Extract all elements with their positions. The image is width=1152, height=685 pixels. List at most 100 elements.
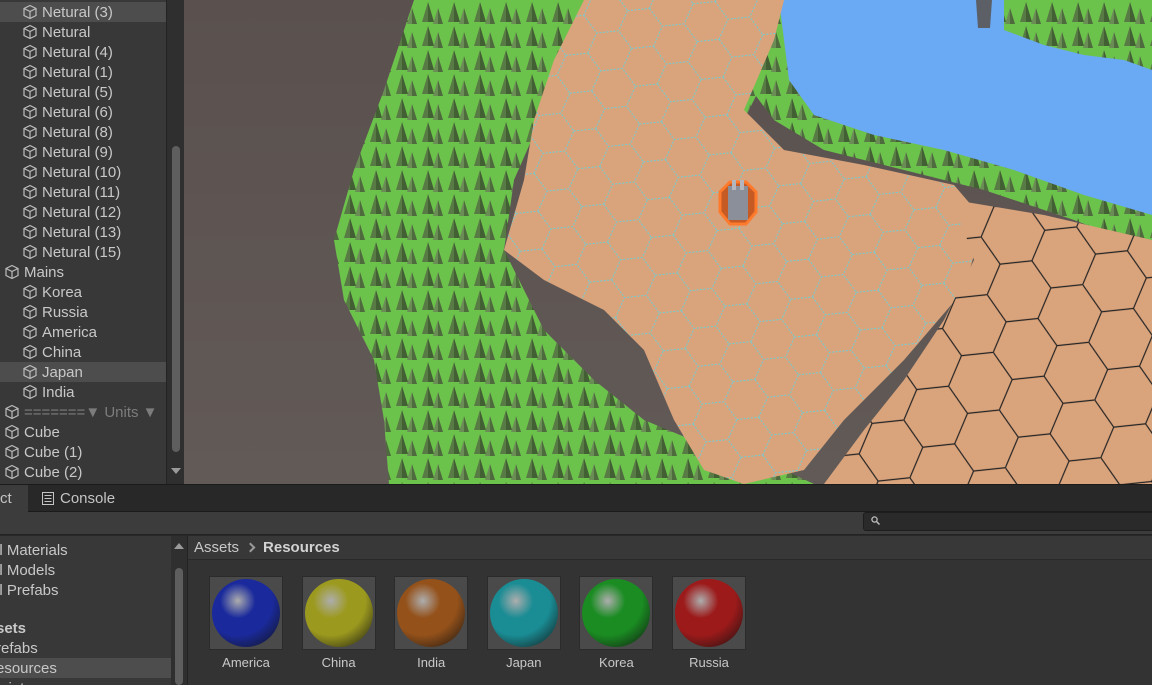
material-name: America bbox=[222, 655, 270, 670]
hierarchy-item[interactable]: Mains bbox=[0, 262, 166, 282]
scene-viewport[interactable] bbox=[184, 0, 1152, 484]
material-asset[interactable]: America bbox=[209, 576, 283, 670]
material-name: Korea bbox=[599, 655, 634, 670]
material-sphere-icon bbox=[675, 579, 743, 647]
cube-icon bbox=[22, 324, 38, 340]
folder-item[interactable]: ll Models bbox=[0, 560, 172, 580]
hierarchy-item[interactable]: Netural (4) bbox=[0, 42, 166, 62]
cube-icon bbox=[22, 104, 38, 120]
hierarchy-item[interactable]: China bbox=[0, 342, 166, 362]
folder-item[interactable]: ll Materials bbox=[0, 540, 172, 560]
hierarchy-item[interactable]: India bbox=[0, 382, 166, 402]
material-sphere-icon bbox=[397, 579, 466, 647]
hierarchy-item[interactable]: Cube bbox=[0, 422, 166, 442]
folder-scrollbar[interactable] bbox=[171, 536, 187, 685]
folder-item[interactable]: sets bbox=[0, 618, 172, 638]
project-toolbar bbox=[0, 512, 1152, 535]
material-thumbnail bbox=[672, 576, 746, 650]
hierarchy-item[interactable]: Korea bbox=[0, 282, 166, 302]
folder-scrollbar-thumb[interactable] bbox=[175, 568, 183, 685]
tab-project-label: ct bbox=[0, 490, 12, 507]
hierarchy-item[interactable]: Cube (2) bbox=[0, 462, 166, 482]
cube-icon bbox=[22, 44, 38, 60]
hierarchy-item[interactable]: Netural (10) bbox=[0, 162, 166, 182]
cube-icon bbox=[22, 4, 38, 20]
folder-item[interactable]: esources bbox=[0, 658, 172, 678]
material-name: China bbox=[321, 655, 356, 670]
hierarchy-item-label: Mains bbox=[24, 263, 65, 281]
material-asset[interactable]: Korea bbox=[579, 576, 654, 670]
scroll-up-arrow-icon[interactable] bbox=[174, 543, 184, 549]
tab-console[interactable]: Console bbox=[30, 485, 130, 512]
cube-icon bbox=[22, 84, 38, 100]
folder-item[interactable]: ll Prefabs bbox=[0, 580, 172, 600]
cube-icon bbox=[22, 164, 38, 180]
hierarchy-item-label: Netural (6) bbox=[42, 103, 113, 121]
search-field[interactable] bbox=[863, 512, 1152, 531]
hierarchy-item-label: Japan bbox=[42, 363, 83, 381]
cube-icon bbox=[22, 384, 38, 400]
hierarchy-item-label: China bbox=[42, 343, 82, 361]
hierarchy-item[interactable]: Netural (12) bbox=[0, 202, 166, 222]
material-asset[interactable]: India bbox=[394, 576, 469, 670]
hierarchy-item[interactable]: Netural (15) bbox=[0, 242, 166, 262]
material-asset[interactable]: China bbox=[301, 576, 376, 670]
cube-icon bbox=[22, 244, 38, 260]
hierarchy-item[interactable]: Japan bbox=[0, 362, 166, 382]
hierarchy-item[interactable]: Netural (5) bbox=[0, 82, 166, 102]
cube-icon bbox=[22, 304, 38, 320]
hierarchy-item[interactable]: Netural (1) bbox=[0, 62, 166, 82]
search-input[interactable] bbox=[886, 514, 1146, 529]
hierarchy-item-label: Netural (4) bbox=[42, 43, 113, 61]
cube-icon bbox=[22, 204, 38, 220]
hierarchy-scrollbar[interactable] bbox=[166, 0, 184, 484]
hierarchy-item[interactable]: Netural (11) bbox=[0, 182, 166, 202]
folder-item-label: sets bbox=[0, 619, 27, 637]
hierarchy-item[interactable]: =======▼ Units ▼ bbox=[0, 402, 166, 422]
cube-icon bbox=[22, 24, 38, 40]
folder-item-label: ll Materials bbox=[0, 541, 68, 559]
breadcrumb-resources[interactable]: Resources bbox=[263, 539, 340, 556]
scene-view[interactable] bbox=[184, 0, 1152, 484]
cube-icon bbox=[22, 184, 38, 200]
cube-icon bbox=[22, 284, 38, 300]
hierarchy-scrollbar-thumb[interactable] bbox=[172, 146, 180, 452]
hierarchy-item-label: Netural (1) bbox=[42, 63, 113, 81]
folder-item[interactable]: refabs bbox=[0, 638, 172, 658]
hierarchy-item[interactable]: Netural (13) bbox=[0, 222, 166, 242]
scroll-down-arrow-icon[interactable] bbox=[171, 468, 181, 474]
hierarchy-item[interactable]: Netural (9) bbox=[0, 142, 166, 162]
hierarchy-item-label: Korea bbox=[42, 283, 83, 301]
hierarchy-item-label: Netural (15) bbox=[42, 243, 122, 261]
material-asset[interactable]: Japan bbox=[486, 576, 561, 670]
hierarchy-item[interactable]: Cube (1) bbox=[0, 442, 166, 462]
material-thumbnail bbox=[486, 576, 561, 650]
cube-icon bbox=[22, 224, 38, 240]
hierarchy-item[interactable]: Netural bbox=[0, 22, 166, 42]
breadcrumb-assets[interactable]: Assets bbox=[194, 539, 239, 556]
folder-item-label: esources bbox=[0, 659, 57, 677]
cube-icon bbox=[4, 444, 20, 460]
material-asset[interactable]: Russia bbox=[672, 576, 746, 670]
folder-item[interactable]: cripts bbox=[0, 678, 172, 685]
tab-project[interactable]: ct bbox=[0, 485, 28, 512]
material-thumbnail bbox=[394, 576, 469, 650]
unit-marker[interactable] bbox=[718, 180, 758, 226]
search-icon bbox=[871, 516, 880, 525]
hierarchy-item[interactable]: America bbox=[0, 322, 166, 342]
cube-icon bbox=[22, 144, 38, 160]
hierarchy-item[interactable]: Netural (3) bbox=[0, 2, 166, 22]
material-name: Japan bbox=[506, 655, 542, 670]
hierarchy-panel: Netural (3) Netural Netural (4) Netural (1)… bbox=[0, 0, 184, 484]
hierarchy-item[interactable]: Russia bbox=[0, 302, 166, 322]
hierarchy-item-label: Cube (2) bbox=[24, 463, 83, 481]
hierarchy-item[interactable]: Netural (6) bbox=[0, 102, 166, 122]
chevron-right-icon bbox=[245, 542, 256, 553]
hierarchy-item-label: Cube (1) bbox=[24, 443, 83, 461]
material-sphere-icon bbox=[489, 579, 558, 647]
project-files-view: Assets Resources America China India Japan K… bbox=[188, 536, 1152, 685]
hierarchy-item[interactable]: Netural (8) bbox=[0, 122, 166, 142]
material-sphere-icon bbox=[212, 579, 280, 647]
material-name: Russia bbox=[689, 655, 729, 670]
cube-icon bbox=[4, 404, 20, 420]
